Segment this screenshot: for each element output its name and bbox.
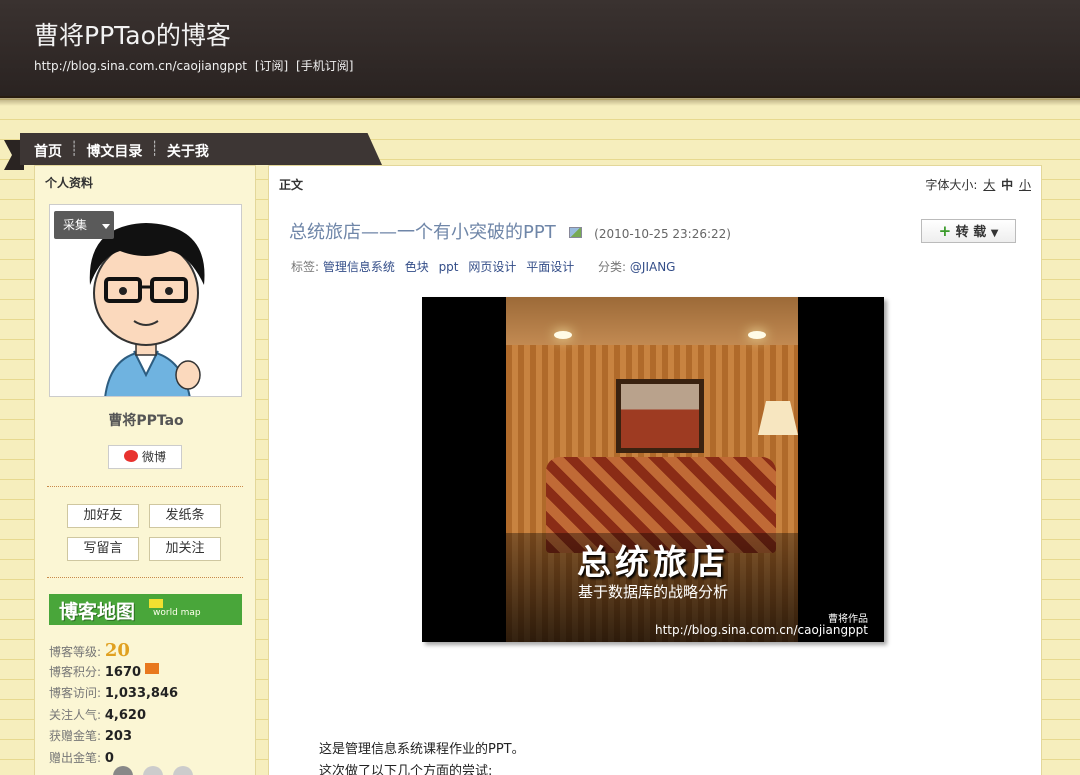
image-title: 总统旅店: [577, 543, 729, 583]
main-nav: 首页 ┊ 博文目录 ┊ 关于我: [34, 141, 217, 161]
blog-map-label: 博客地图: [59, 601, 136, 623]
subscribe-link[interactable]: [订阅]: [255, 59, 288, 73]
post-title[interactable]: 总统旅店——一个有小突破的PPT: [289, 222, 556, 243]
font-size-medium[interactable]: 中: [1001, 178, 1013, 192]
medal-icon[interactable]: [143, 766, 163, 775]
floor-lamp: [758, 401, 798, 435]
stat-label: 关注人气:: [49, 707, 102, 722]
medal-icon[interactable]: [113, 766, 133, 775]
send-note-button[interactable]: 发纸条: [149, 504, 221, 528]
new-badge-icon: [144, 662, 159, 674]
nav-about[interactable]: 关于我: [167, 141, 217, 161]
article-panel: 正文 字体大小: 大 中 小 总统旅店——一个有小突破的PPT (2010-10…: [268, 165, 1042, 775]
tag-link[interactable]: 色块: [405, 260, 429, 274]
tag-link[interactable]: 网页设计: [468, 260, 516, 274]
stat-value: 203: [104, 729, 133, 744]
tag-link[interactable]: 平面设计: [526, 260, 574, 274]
font-size-small[interactable]: 小: [1019, 178, 1031, 192]
stat-label: 博客积分:: [49, 664, 102, 679]
post-body: 这是管理信息系统课程作业的PPT。 这次做了以下几个方面的尝试:: [319, 739, 525, 775]
world-map-label: world map: [153, 608, 201, 618]
category-link[interactable]: @JIANG: [630, 260, 676, 274]
wall-painting: [616, 379, 704, 453]
stat-label: 获赠金笔:: [49, 729, 102, 743]
stat-points: 博客积分: 1670: [49, 662, 178, 684]
image-icon: [569, 227, 583, 238]
nav-home[interactable]: 首页: [34, 141, 70, 161]
blog-url-link[interactable]: http://blog.sina.com.cn/caojiangppt: [34, 59, 247, 73]
plus-icon: +: [938, 222, 952, 240]
divider: [47, 486, 243, 487]
medal-icon[interactable]: [173, 766, 193, 775]
stat-value: 0: [104, 750, 114, 766]
post-title-row: 总统旅店——一个有小突破的PPT (2010-10-25 23:26:22): [289, 218, 731, 244]
blog-header: 曹将PPTao的博客 http://blog.sina.com.cn/caoji…: [0, 0, 1080, 106]
tags-label: 标签:: [291, 260, 320, 274]
image-url: http://blog.sina.com.cn/caojiangppt: [654, 623, 868, 637]
stat-level: 博客等级: 20: [49, 640, 178, 662]
profile-name[interactable]: 曹将PPTao: [35, 410, 257, 430]
repost-label: 转 载: [955, 225, 987, 240]
image-subtitle: 基于数据库的战略分析: [577, 583, 728, 601]
chevron-down-icon: [102, 224, 110, 229]
divider: [47, 577, 243, 578]
medal-icons: [113, 766, 193, 775]
follow-button[interactable]: 加关注: [149, 537, 221, 561]
repost-button[interactable]: + 转 载 ▼: [921, 219, 1016, 243]
font-size-label: 字体大小:: [925, 178, 978, 192]
mobile-subscribe-link[interactable]: [手机订阅]: [296, 59, 353, 73]
paragraph: 这次做了以下几个方面的尝试:: [319, 764, 493, 775]
nav-separator: ┊: [150, 141, 159, 157]
stat-followers: 关注人气: 4,620: [49, 705, 178, 727]
ceiling-light: [554, 331, 572, 339]
weibo-icon: [123, 450, 138, 462]
add-friend-button[interactable]: 加好友: [67, 504, 139, 528]
ceiling-light: [748, 331, 766, 339]
stat-label: 博客等级:: [49, 645, 102, 659]
caret-down-icon: ▼: [990, 228, 999, 239]
blog-url-row: http://blog.sina.com.cn/caojiangppt [订阅]…: [34, 57, 357, 74]
stat-value: 4,620: [104, 707, 146, 723]
category-label: 分类:: [598, 260, 627, 274]
post-tags: 标签: 管理信息系统 色块 ppt 网页设计 平面设计 分类: @JIANG: [291, 258, 681, 275]
blog-map-banner[interactable]: 博客地图 world map: [49, 594, 242, 625]
avatar[interactable]: 采集: [49, 204, 242, 397]
blog-title[interactable]: 曹将PPTao的博客: [34, 16, 231, 52]
collect-button[interactable]: 采集: [54, 211, 114, 239]
new-badge-icon: [149, 599, 163, 608]
stat-label: 赠出金笔:: [49, 750, 102, 765]
blog-stats: 博客等级: 20 博客积分: 1670 博客访问: 1,033,846 关注人气…: [49, 640, 178, 769]
font-size-switcher: 字体大小: 大 中 小: [925, 176, 1031, 193]
stat-visits: 博客访问: 1,033,846: [49, 683, 178, 705]
stat-value: 1,033,846: [104, 686, 179, 701]
profile-sidebar: 个人资料 采集 曹将PPTao 微博 加好友 发纸条 写留言 加关注 博客地图 …: [34, 165, 256, 775]
nav-post-list[interactable]: 博文目录: [86, 141, 150, 161]
article-heading: 正文: [279, 178, 304, 192]
post-image[interactable]: 总统旅店 基于数据库的战略分析 曹将作品 http://blog.sina.co…: [422, 297, 884, 642]
stat-pens-received: 获赠金笔: 203: [49, 726, 178, 748]
tag-link[interactable]: ppt: [439, 260, 459, 274]
stat-value: 1670: [104, 664, 142, 680]
font-size-large[interactable]: 大: [983, 178, 995, 192]
post-date: (2010-10-25 23:26:22): [594, 227, 731, 241]
tag-link[interactable]: 管理信息系统: [323, 260, 395, 274]
stat-value: 20: [104, 640, 130, 661]
collect-label: 采集: [63, 218, 88, 232]
paragraph: 这是管理信息系统课程作业的PPT。: [319, 742, 525, 757]
weibo-label: 微博: [141, 450, 166, 464]
profile-heading: 个人资料: [45, 176, 94, 190]
leave-message-button[interactable]: 写留言: [67, 537, 139, 561]
nav-separator: ┊: [70, 141, 79, 157]
weibo-button[interactable]: 微博: [108, 445, 182, 469]
stat-label: 博客访问:: [49, 686, 102, 700]
